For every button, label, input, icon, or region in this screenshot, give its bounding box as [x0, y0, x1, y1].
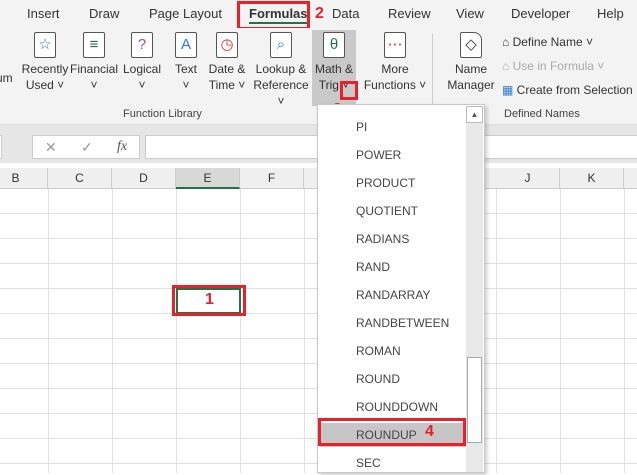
- cancel-icon[interactable]: ✕: [45, 136, 57, 158]
- dropdown-item-round[interactable]: ROUND: [320, 367, 466, 391]
- create-from-selection-button[interactable]: ▦ Create from Selection: [502, 83, 633, 97]
- label: Functions ˅: [363, 78, 427, 92]
- label: Manager: [447, 78, 495, 92]
- coins-icon: ≡: [83, 32, 105, 58]
- magnifier-icon: ⌕: [270, 32, 292, 58]
- annotation-box-formulas: [237, 1, 310, 30]
- dropdown-item-quotient[interactable]: QUOTIENT: [320, 199, 466, 223]
- annotation-4: 4: [425, 423, 434, 440]
- label: Text: [174, 62, 197, 76]
- use-in-formula-button[interactable]: ⌂ Use in Formula ˅: [502, 59, 604, 73]
- annotation-box-dropdown-arrow: [340, 81, 358, 100]
- enter-icon[interactable]: ✓: [81, 136, 93, 158]
- text-button[interactable]: A Text ˅: [168, 32, 204, 93]
- label: Logical: [122, 62, 162, 76]
- theta-icon: θ: [323, 32, 345, 58]
- tab-insert[interactable]: Insert: [27, 6, 60, 21]
- dropdown-item-product[interactable]: PRODUCT: [320, 171, 466, 195]
- label: ˅: [182, 78, 190, 92]
- date-time-button[interactable]: ◷ Date & Time ˅: [204, 32, 250, 93]
- dropdown-item-radians[interactable]: RADIANS: [320, 227, 466, 251]
- dropdown-item-rounddown[interactable]: ROUNDDOWN: [320, 395, 466, 419]
- annotation-box-roundup: [318, 418, 466, 446]
- label: Reference ˅: [253, 78, 309, 108]
- name-box[interactable]: [0, 135, 2, 159]
- label: Used ˅: [25, 78, 65, 92]
- recently-used-button[interactable]: ☆ Recently Used ˅: [20, 32, 70, 93]
- dropdown-item-rand[interactable]: RAND: [320, 255, 466, 279]
- dropdown-item-roman[interactable]: ROMAN: [320, 339, 466, 363]
- column-header-f[interactable]: F: [240, 168, 304, 189]
- clock-icon: ◷: [216, 32, 238, 58]
- more-functions-button[interactable]: ⋯ More Functions ˅: [362, 32, 428, 93]
- label: Name: [454, 62, 487, 76]
- autosum-button[interactable]: um: [0, 70, 13, 86]
- label: Financial: [70, 62, 119, 76]
- annotation-1: 1: [205, 291, 214, 308]
- column-header-b[interactable]: B: [0, 168, 48, 189]
- tab-view[interactable]: View: [456, 6, 484, 21]
- dropdown-item-randbetween[interactable]: RANDBETWEEN: [320, 311, 466, 335]
- name-tag-icon: ◇: [460, 32, 482, 58]
- table-icon: ▦: [502, 83, 517, 97]
- question-icon: ?: [131, 32, 153, 58]
- name-manager-button[interactable]: ◇ Name Manager: [444, 32, 498, 93]
- tab-developer[interactable]: Developer: [511, 6, 570, 21]
- tab-help[interactable]: Help: [597, 6, 624, 21]
- tag-icon: ⌂: [502, 35, 513, 49]
- autosum-label: um: [0, 71, 13, 85]
- label: Time ˅: [208, 78, 246, 92]
- column-header-k[interactable]: K: [560, 168, 624, 189]
- label: Define Name ˅: [512, 35, 593, 49]
- financial-button[interactable]: ≡ Financial ˅: [70, 32, 118, 93]
- dropdown-item-power[interactable]: POWER: [320, 143, 466, 167]
- dropdown-item-sec[interactable]: SEC: [320, 451, 466, 475]
- tab-page-layout[interactable]: Page Layout: [149, 6, 222, 21]
- label: Lookup &: [255, 62, 307, 76]
- column-header-e[interactable]: E: [176, 168, 240, 189]
- column-header-c[interactable]: C: [48, 168, 112, 189]
- label: Math &: [314, 62, 353, 76]
- define-name-button[interactable]: ⌂ Define Name ˅: [502, 35, 593, 49]
- star-icon: ☆: [34, 32, 56, 58]
- tab-review[interactable]: Review: [388, 6, 431, 21]
- label: Recently: [21, 62, 69, 76]
- scrollbar[interactable]: ▲: [466, 106, 483, 472]
- label: ˅: [138, 78, 146, 92]
- formula-buttons: ✕ ✓ fx: [32, 135, 140, 159]
- label: ˅: [90, 78, 98, 92]
- tab-data[interactable]: Data: [332, 6, 359, 21]
- label: Use in Formula ˅: [512, 59, 605, 73]
- dropdown-item-randarray[interactable]: RANDARRAY: [320, 283, 466, 307]
- annotation-2: 2: [315, 5, 324, 22]
- text-a-icon: A: [175, 32, 197, 58]
- label: Create from Selection: [516, 83, 633, 97]
- label: More: [381, 62, 409, 76]
- group-label-function-library: Function Library: [123, 108, 202, 120]
- lookup-reference-button[interactable]: ⌕ Lookup & Reference ˅: [250, 32, 312, 109]
- column-header-d[interactable]: D: [112, 168, 176, 189]
- group-label-defined-names: Defined Names: [504, 108, 580, 120]
- scrollbar-thumb[interactable]: [467, 357, 482, 443]
- scroll-up-arrow-icon[interactable]: ▲: [466, 106, 483, 123]
- more-dots-icon: ⋯: [384, 32, 406, 58]
- logical-button[interactable]: ? Logical ˅: [120, 32, 164, 93]
- tag-fx-icon: ⌂: [502, 59, 513, 73]
- fx-icon[interactable]: fx: [117, 136, 127, 158]
- dropdown-item-pi[interactable]: PI: [320, 115, 466, 139]
- column-header-j[interactable]: J: [496, 168, 560, 189]
- label: Date &: [208, 62, 246, 76]
- tab-draw[interactable]: Draw: [89, 6, 119, 21]
